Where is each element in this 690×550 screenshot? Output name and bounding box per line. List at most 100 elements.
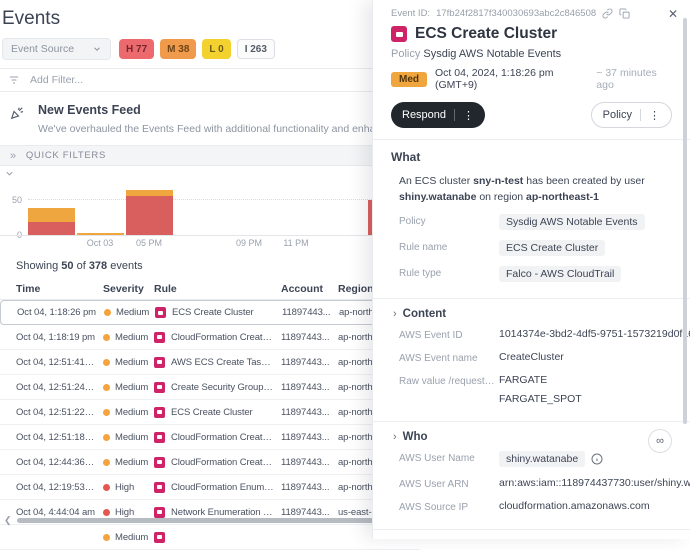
- more-options-icon[interactable]: ⋮: [463, 109, 474, 122]
- field-value-lines: shiny.watanabe: [499, 451, 585, 467]
- cell-time: Oct 04, 12:51:24 pm: [16, 382, 96, 393]
- section-heading: Who: [403, 431, 428, 443]
- field-value-lines: ECS Create Cluster: [499, 240, 605, 256]
- severity-count-badge[interactable]: I 263: [237, 39, 275, 59]
- cell-account: 11897443...: [281, 432, 331, 443]
- field-value-lines: cloudformation.amazonaws.com: [499, 500, 650, 512]
- cell-rule: CloudFormation Create Stack: [154, 332, 274, 343]
- severity-count-badge[interactable]: H 77: [119, 39, 154, 59]
- cell-rule: ECS Create Cluster: [155, 307, 275, 318]
- severity-dot: [103, 409, 110, 416]
- rule-source-icon: [154, 432, 165, 443]
- table-row[interactable]: Oct 04, 12:19:53 pm High CloudFormation …: [0, 475, 420, 500]
- severity-count-badge[interactable]: M 38: [160, 39, 196, 59]
- cell-rule: CloudFormation Create Stack: [154, 457, 274, 468]
- table-row[interactable]: Oct 04, 1:18:26 pm Medium ECS Create Clu…: [0, 300, 420, 325]
- cell-account: 11897443...: [281, 332, 331, 343]
- chart-x-tick: 09 PM: [236, 238, 262, 248]
- policy-button[interactable]: Policy ⋮: [591, 102, 672, 128]
- field-value-lines: Sysdig AWS Notable Events: [499, 214, 645, 230]
- what-section: What An ECS cluster sny-n-test has been …: [391, 150, 672, 287]
- chart-bar[interactable]: [126, 190, 173, 235]
- severity-label: Medium: [115, 357, 148, 368]
- detail-field-row: AWS Event name CreateCluster: [399, 346, 672, 369]
- respond-button[interactable]: Respond ⋮: [391, 102, 485, 128]
- filter-icon: [8, 74, 20, 86]
- cell-severity: Medium: [103, 457, 147, 468]
- field-label: AWS User ARN: [399, 477, 499, 490]
- field-value-lines: FARGATEFARGATE_SPOT: [499, 374, 582, 405]
- results-summary-part: of: [74, 260, 89, 272]
- what-description-part: ap-northeast-1: [526, 191, 599, 203]
- more-options-icon[interactable]: ⋮: [649, 109, 660, 122]
- table-row[interactable]: Oct 04, 12:51:22 pm Medium ECS Create Cl…: [0, 400, 420, 425]
- field-label: AWS Event name: [399, 351, 499, 364]
- column-header-severity[interactable]: Severity: [103, 283, 147, 295]
- table-row[interactable]: Oct 04, 1:18:19 pm Medium CloudFormation…: [0, 325, 420, 350]
- policy-line: Policy Sysdig AWS Notable Events: [391, 48, 672, 60]
- info-icon[interactable]: [591, 453, 603, 465]
- collapse-chart-icon[interactable]: [4, 168, 15, 179]
- event-id-label: Event ID:: [391, 8, 430, 19]
- severity-label: Medium: [115, 457, 148, 468]
- chart-x-tick: 11 PM: [283, 238, 308, 248]
- chart-bar-segment-high: [28, 222, 75, 235]
- link-icon[interactable]: [602, 8, 613, 19]
- severity-dot: [104, 309, 111, 316]
- severity-summary-badges: H 77 M 38 L 0 I 263: [119, 39, 275, 59]
- cell-severity: Medium: [104, 307, 148, 318]
- rule-name: CloudFormation Create Stack: [171, 332, 274, 343]
- section-heading-row[interactable]: › Who: [391, 422, 672, 446]
- chevron-right-icon[interactable]: ›: [393, 308, 397, 320]
- cell-severity: High: [103, 482, 147, 493]
- results-summary-part: 50: [61, 260, 73, 272]
- table-row[interactable]: Oct 04, 12:44:36 pm Medium CloudFormatio…: [0, 450, 420, 475]
- table-row[interactable]: Medium: [0, 525, 420, 550]
- field-value-line: FARGATE: [499, 374, 582, 386]
- rule-source-icon: [154, 357, 165, 368]
- cell-time: Oct 04, 12:51:22 pm: [16, 407, 96, 418]
- chart-bar[interactable]: [28, 208, 75, 235]
- column-header-rule[interactable]: Rule: [154, 283, 274, 295]
- severity-count-badge[interactable]: L 0: [202, 39, 230, 59]
- column-header-account[interactable]: Account: [281, 283, 331, 295]
- detail-section: › Content ∞ AWS Event ID 1: [391, 299, 672, 410]
- cell-severity: Medium: [103, 432, 147, 443]
- field-value-line: cloudformation.amazonaws.com: [499, 500, 650, 512]
- copy-icon[interactable]: [619, 8, 630, 19]
- section-fields: AWS Event ID 1014374e-3bd2-4df5-9751-157…: [391, 323, 672, 410]
- event-source-label: Event Source: [11, 43, 74, 55]
- table-row[interactable]: Oct 04, 12:51:18 pm Medium CloudFormatio…: [0, 425, 420, 450]
- what-description: An ECS cluster sny-n-test has been creat…: [399, 173, 669, 205]
- policy-button-label: Policy: [603, 109, 632, 121]
- field-label: AWS User Name: [399, 451, 499, 464]
- event-relative-time: ~ 37 minutes ago: [596, 67, 672, 91]
- event-id-value: 17fb24f2817f340030693abc2c846508: [436, 8, 596, 19]
- column-header-time[interactable]: Time: [16, 283, 96, 295]
- rule-source-icon: [154, 482, 165, 493]
- section-heading: Content: [403, 308, 446, 320]
- event-source-select[interactable]: Event Source: [2, 38, 111, 60]
- field-value-lines: CreateCluster: [499, 351, 564, 363]
- cell-severity: Medium: [103, 382, 147, 393]
- announcement-icon: [8, 104, 26, 135]
- scroll-left-arrow-icon[interactable]: ❮: [4, 516, 12, 525]
- what-description-part: sny-n-test: [473, 175, 523, 187]
- close-icon[interactable]: ✕: [668, 8, 678, 20]
- chart-x-tick: 05 PM: [136, 238, 162, 248]
- severity-dot: [103, 359, 110, 366]
- chevron-right-icon[interactable]: ›: [393, 431, 397, 443]
- action-buttons-row: Respond ⋮ Policy ⋮: [391, 102, 672, 128]
- cell-rule: CloudFormation Enumeration D...: [154, 482, 274, 493]
- severity-dot: [103, 459, 110, 466]
- infinity-icon[interactable]: ∞: [648, 429, 672, 453]
- table-row[interactable]: Oct 04, 12:51:24 pm Medium Create Securi…: [0, 375, 420, 400]
- table-row[interactable]: Oct 04, 12:51:41 pm Medium AWS ECS Creat…: [0, 350, 420, 375]
- field-value-line: Sysdig AWS Notable Events: [499, 214, 645, 230]
- vertical-scrollbar-thumb[interactable]: [683, 18, 687, 424]
- section-heading-row[interactable]: › Content: [391, 299, 672, 323]
- section-heading-row[interactable]: › Cloud: [391, 530, 672, 539]
- chart-bar[interactable]: [77, 233, 124, 235]
- detail-field-row: Rule name ECS Create Cluster: [399, 235, 672, 261]
- cell-severity: Medium: [103, 407, 147, 418]
